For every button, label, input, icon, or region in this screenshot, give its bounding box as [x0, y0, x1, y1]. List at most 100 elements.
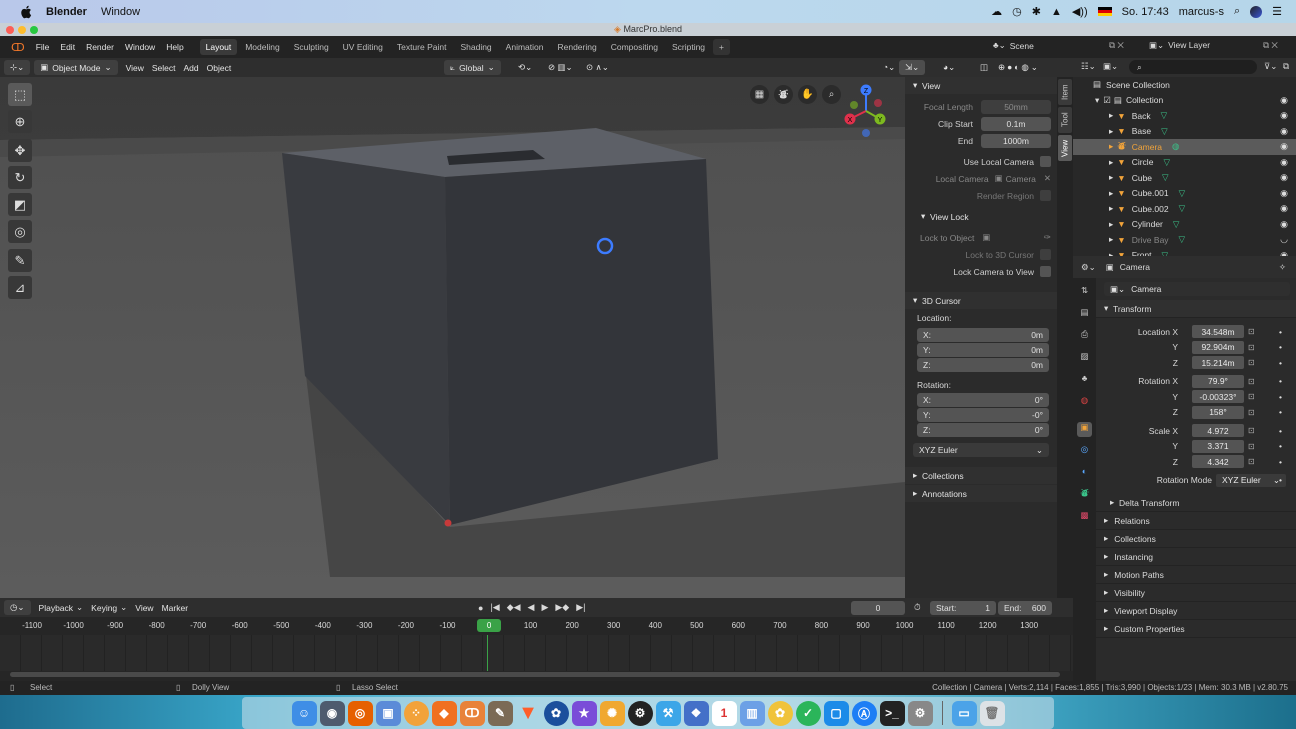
proportional-edit-icon[interactable]: ⊙ ∧⌄ [586, 62, 609, 73]
outliner-item[interactable]: ▸ ▼ Cube.002 ▽ ◉ [1073, 201, 1296, 217]
keyframe-dot[interactable]: • [1279, 407, 1282, 417]
trash-icon[interactable]: 🗑 [979, 700, 1005, 726]
outliner-search-input[interactable]: ⌕ [1129, 60, 1257, 74]
apple-icon[interactable] [20, 5, 34, 19]
move-tool-icon[interactable]: ✥ [8, 139, 32, 162]
prev-keyframe-icon[interactable]: ◆◀ [507, 602, 521, 613]
checkbox-icon[interactable]: ☑ [1103, 95, 1111, 106]
siri-icon[interactable]: ◉ [319, 700, 345, 726]
viewport-menu-select[interactable]: Select [152, 63, 176, 73]
eye-icon[interactable]: ◉ [1280, 219, 1288, 230]
firefox-icon[interactable]: ◎ [347, 700, 373, 726]
timeline-scrollbar[interactable] [10, 672, 1060, 677]
current-frame-field[interactable]: 0 [851, 600, 905, 615]
expand-arrow-icon[interactable]: ▸ [1109, 203, 1113, 214]
cursor-rotation-y[interactable]: Y: -0° [917, 408, 1049, 422]
new-scene-icon[interactable]: ⧉ ✕ [1109, 40, 1124, 51]
timeline-editor-type-button[interactable]: ◷⌄ [4, 600, 31, 615]
keyframe-dot[interactable]: • [1279, 342, 1282, 352]
facetime-icon[interactable]: ✓ [795, 700, 821, 726]
eye-icon[interactable]: ◉ [1280, 188, 1288, 199]
outliner-item[interactable]: ▸ ▼ Cylinder ▽ ◉ [1073, 217, 1296, 233]
shading-modes-icon[interactable]: ⊕●◐◍⌄ [998, 62, 1040, 73]
record-icon[interactable]: ● [478, 603, 483, 613]
cursor-rotation-z[interactable]: Z: 0° [917, 423, 1049, 437]
outliner-item[interactable]: ▸ ▼ Base ▽ ◉ [1073, 124, 1296, 140]
time-machine-icon[interactable]: ◷ [1012, 5, 1022, 18]
cloud-icon[interactable]: ☁ [991, 5, 1002, 18]
menubar-clock[interactable]: So. 17:43 [1122, 6, 1169, 18]
transform-value-field[interactable]: -0.00323° [1192, 390, 1244, 404]
timeline-track-area[interactable] [0, 635, 1073, 681]
new-collection-icon[interactable]: ⧉ [1283, 61, 1289, 72]
eye-icon[interactable]: ◉ [1280, 95, 1288, 106]
scene-icon[interactable]: ♣ [1077, 373, 1092, 388]
cursor-rotation-mode-dropdown[interactable]: XYZ Euler ⌄ [913, 443, 1049, 457]
lock-icon[interactable]: ⊡ [1248, 392, 1255, 401]
gizmo-toggle-icon[interactable]: ⇲⌄ [899, 60, 926, 75]
end-frame-field[interactable]: End: 600 [998, 600, 1052, 615]
transform-panel-header[interactable]: ▾ Transform [1096, 300, 1296, 318]
clip-end-field[interactable]: 1000m [981, 133, 1051, 148]
photos-icon[interactable]: ✺ [599, 700, 625, 726]
menubar-window[interactable]: Window [101, 6, 140, 18]
object-properties-icon[interactable]: ▣ [1077, 422, 1092, 437]
mesh-data-icon[interactable]: ▽ [1162, 172, 1169, 183]
annotate-tool-icon[interactable]: ✎ [8, 249, 32, 272]
pin-icon[interactable]: ✧ [1279, 262, 1286, 273]
airplay-icon[interactable]: ▲ [1051, 6, 1062, 18]
expand-arrow-icon[interactable]: ▸ [1109, 141, 1113, 152]
outliner-item[interactable]: ▸ ▼ Front ▽ ◉ [1073, 248, 1296, 256]
visibility-icon[interactable]: ◔⌄ [883, 62, 895, 73]
system-preferences-icon[interactable]: ⚙ [907, 700, 933, 726]
outliner-item[interactable]: ▸ ▼ Circle ▽ ◉ [1073, 155, 1296, 171]
axis-gizmo[interactable]: Z X Y [838, 83, 894, 141]
dashlane-icon[interactable]: ▢ [823, 700, 849, 726]
mesh-data-icon[interactable]: ▽ [1179, 188, 1186, 199]
3d-cursor-panel-header[interactable]: ▾ 3D Cursor [905, 292, 1057, 309]
overlay-icon[interactable]: ◕⌄ [943, 62, 955, 73]
mesh-data-icon[interactable]: ▽ [1173, 219, 1180, 230]
keyframe-dot[interactable]: • [1279, 392, 1282, 402]
focal-length-field[interactable]: 50mm [981, 99, 1051, 114]
timeline-ruler[interactable]: -1100 -1000 -900 -800 -700 -600 -500 -400 -300 -2… [0, 617, 1073, 635]
cursor-location-x[interactable]: X: 0m [917, 328, 1049, 342]
blender-icon[interactable]: ↀ [459, 700, 485, 726]
menubar-user[interactable]: marcus-s [1179, 6, 1224, 18]
view-layer-icon[interactable]: ▨ [1077, 351, 1092, 366]
sketch-icon[interactable]: ◆ [431, 700, 457, 726]
timeline-menu-marker[interactable]: Marker [162, 603, 188, 613]
orientation-dropdown[interactable]: ⟀ Global ⌄ [444, 60, 501, 75]
keyframe-dot[interactable]: • [1279, 376, 1282, 386]
zoom-window-button[interactable] [30, 26, 38, 34]
collections-panel-header[interactable]: ▸ Collections [905, 467, 1057, 484]
expand-arrow-icon[interactable]: ▸ [1109, 110, 1113, 121]
downloads-folder-icon[interactable]: ▭ [951, 700, 977, 726]
annotations-panel-header[interactable]: ▸ Annotations [905, 485, 1057, 502]
transform-value-field[interactable]: 158° [1192, 405, 1244, 419]
cursor-location-z[interactable]: Z: 0m [917, 358, 1049, 372]
transform-tool-icon[interactable]: ◎ [8, 220, 32, 243]
keyframe-dot[interactable]: • [1279, 358, 1282, 368]
stopwatch-icon[interactable]: ⏱ [914, 602, 921, 613]
lock-to-3d-cursor-checkbox[interactable] [1040, 249, 1051, 260]
tab-view[interactable]: View [1058, 135, 1072, 161]
texture-icon[interactable]: ▩ [1077, 510, 1092, 525]
physics-icon[interactable]: ◐ [1077, 466, 1092, 481]
tab-layout[interactable]: Layout [199, 39, 238, 55]
cursor-tool-icon[interactable]: ⊕ [8, 110, 32, 133]
outliner-editor-type-icon[interactable]: ☷⌄ [1081, 61, 1096, 72]
pivot-icon[interactable]: ⟲⌄ [518, 62, 532, 73]
menu-window[interactable]: Window [125, 42, 155, 52]
scale-tool-icon[interactable]: ◩ [8, 193, 32, 216]
menu-file[interactable]: File [36, 42, 50, 52]
lock-icon[interactable]: ⊡ [1248, 408, 1255, 417]
add-workspace-button[interactable]: + [713, 39, 731, 55]
transform-value-field[interactable]: 34.548m [1192, 325, 1244, 339]
lock-icon[interactable]: ⊡ [1248, 343, 1255, 352]
expand-arrow-icon[interactable]: ▸ [1109, 188, 1113, 199]
menu-help[interactable]: Help [166, 42, 183, 52]
blender-logo-icon[interactable]: ↀ [11, 41, 25, 54]
mesh-data-icon[interactable]: ▽ [1179, 203, 1186, 214]
outliner-item[interactable]: ▸ ▼ Drive Bay ▽ ◡ [1073, 232, 1296, 248]
